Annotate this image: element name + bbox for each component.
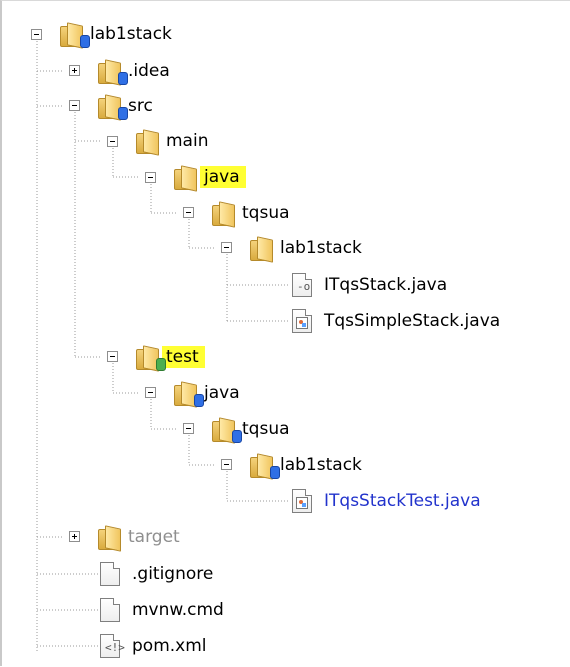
package-folder-icon	[248, 452, 280, 480]
class-file-icon	[292, 489, 312, 513]
tree-node-label: test	[162, 346, 205, 368]
tree-node-tqsua[interactable]: tqsua	[210, 195, 296, 231]
folder-icon	[134, 128, 160, 156]
collapse-toggle-icon[interactable]	[183, 207, 194, 218]
tree-node-label: tqsua	[242, 419, 290, 439]
collapse-toggle-icon[interactable]	[221, 242, 232, 253]
tree-node-label: pom.xml	[132, 636, 207, 656]
tree-node-lab1stack-root[interactable]: lab1stack	[58, 16, 178, 52]
tree-node-label: main	[166, 131, 209, 151]
tree-node-gitignore[interactable]: .gitignore	[100, 556, 219, 592]
test-folder-icon	[134, 344, 166, 372]
interface-file-icon: -o	[292, 273, 312, 297]
tree-node-pom-xml[interactable]: <!> pom.xml	[100, 628, 213, 664]
collapse-toggle-icon[interactable]	[183, 423, 194, 434]
tree-node-lab1stack-package[interactable]: lab1stack	[248, 230, 368, 266]
package-folder-icon	[210, 416, 242, 444]
collapse-toggle-icon[interactable]	[107, 351, 118, 362]
tree-node-label: TqsSimpleStack.java	[324, 311, 501, 331]
collapse-toggle-icon[interactable]	[31, 29, 42, 40]
tree-node-label: target	[128, 527, 180, 547]
folder-icon	[248, 235, 274, 263]
collapse-toggle-icon[interactable]	[107, 136, 118, 147]
tree-node-tqsua-test[interactable]: tqsua	[210, 411, 296, 447]
tree-node-label: mvnw.cmd	[132, 600, 224, 620]
tree-node-label: .gitignore	[132, 564, 214, 584]
tree-node-label: ITqsStack.java	[324, 275, 448, 295]
collapse-toggle-icon[interactable]	[145, 172, 156, 183]
package-folder-icon	[96, 58, 128, 86]
tree-node-label: java	[200, 166, 246, 188]
package-folder-icon	[172, 380, 204, 408]
tree-node-idea[interactable]: .idea	[96, 53, 176, 89]
tree-node-label: .idea	[128, 61, 170, 81]
tree-node-src[interactable]: src	[96, 88, 159, 124]
maven-project-folder-icon	[58, 21, 90, 49]
tree-node-label: ITqsStackTest.java	[324, 491, 481, 511]
file-icon	[100, 598, 120, 622]
tree-node-label: java	[204, 383, 240, 403]
tree-node-target[interactable]: target	[96, 519, 186, 555]
expand-toggle-icon[interactable]	[69, 531, 80, 542]
collapse-toggle-icon[interactable]	[69, 100, 80, 111]
tree-node-label: lab1stack	[90, 24, 172, 44]
tree-node-label: lab1stack	[280, 455, 362, 475]
package-folder-icon	[96, 93, 128, 121]
tree-node-java-main[interactable]: java	[172, 159, 246, 195]
tree-node-tqssimplestack-java[interactable]: TqsSimpleStack.java	[292, 303, 506, 339]
tree-node-lab1stack-test[interactable]: lab1stack	[248, 447, 368, 483]
expand-toggle-icon[interactable]	[69, 65, 80, 76]
file-icon	[100, 562, 120, 586]
collapse-toggle-icon[interactable]	[145, 387, 156, 398]
tree-node-label: lab1stack	[280, 238, 362, 258]
project-tree: lab1stack .idea src main java tqsua lab1…	[0, 0, 570, 666]
tree-node-main[interactable]: main	[134, 123, 214, 159]
collapse-toggle-icon[interactable]	[221, 459, 232, 470]
tree-node-label: tqsua	[242, 203, 290, 223]
tree-node-itqsstack-java[interactable]: -o ITqsStack.java	[292, 267, 453, 303]
xml-file-icon: <!>	[100, 634, 125, 658]
tree-node-itqsstacktest-java[interactable]: ITqsStackTest.java	[292, 483, 487, 519]
class-file-icon	[292, 309, 312, 333]
tree-node-java-test[interactable]: java	[172, 375, 246, 411]
folder-icon	[210, 200, 236, 228]
folder-icon	[172, 164, 198, 192]
folder-icon	[96, 524, 122, 552]
tree-node-mvnw-cmd[interactable]: mvnw.cmd	[100, 592, 230, 628]
tree-node-label: src	[128, 96, 153, 116]
tree-node-test[interactable]: test	[134, 339, 205, 375]
